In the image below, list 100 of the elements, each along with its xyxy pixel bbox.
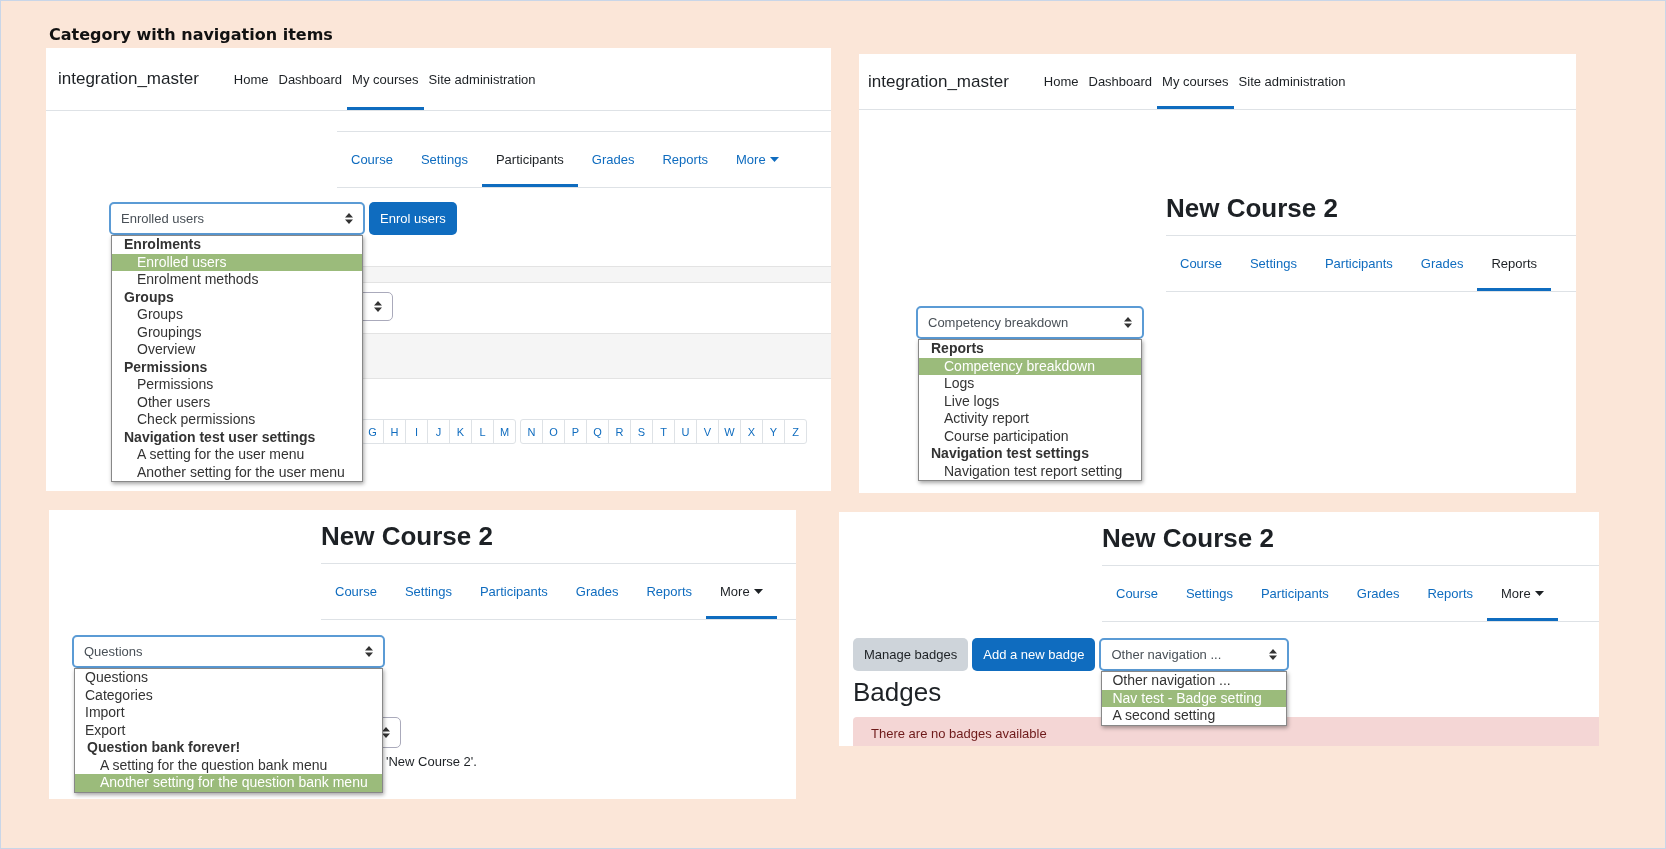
dropdown-option[interactable]: Live logs	[919, 392, 1141, 410]
section-heading: Badges	[853, 676, 942, 709]
course-tab[interactable]: Grades	[577, 132, 649, 187]
action-button[interactable]: Manage badges	[853, 638, 969, 671]
initial-letter-link[interactable]: S	[630, 420, 652, 443]
nav-link[interactable]: Home	[1038, 54, 1084, 109]
dropdown-option[interactable]: Course participation	[919, 427, 1141, 445]
dropdown-option[interactable]: Questions	[75, 669, 382, 687]
course-tab[interactable]: Course	[337, 132, 407, 187]
initial-letter-link[interactable]: N	[521, 420, 542, 443]
initial-letter-link[interactable]: Z	[784, 420, 806, 443]
caret-icon	[769, 157, 779, 162]
select-field[interactable]: Competency breakdown	[916, 306, 1144, 339]
initial-letter-link[interactable]: X	[740, 420, 762, 443]
course-tab[interactable]: Reports	[1413, 566, 1487, 621]
initial-letter-link[interactable]: I	[405, 420, 427, 443]
course-tab[interactable]: Participants	[1310, 236, 1407, 291]
initial-letter-link[interactable]: U	[674, 420, 696, 443]
select-field[interactable]: Enrolled users	[109, 202, 365, 235]
body-text: 'New Course 2'.	[386, 754, 478, 769]
dropdown-option[interactable]: Import	[75, 704, 382, 722]
dropdown-option[interactable]: Other users	[112, 393, 362, 411]
select-field[interactable]: Questions	[72, 635, 385, 668]
initial-letter-link[interactable]: V	[696, 420, 718, 443]
initial-letter-link[interactable]: M	[493, 420, 515, 443]
nav-link[interactable]: Site administration	[423, 48, 541, 110]
option-group-label: Navigation test user settings	[123, 428, 317, 446]
option-group-label: Groups	[123, 288, 175, 306]
caret-icon	[753, 589, 763, 594]
sort-icon	[374, 301, 382, 312]
nav-link[interactable]: Dashboard	[273, 48, 348, 110]
initial-letter-link[interactable]: W	[718, 420, 740, 443]
initial-letter-link[interactable]: Y	[762, 420, 784, 443]
course-tab[interactable]: Settings	[406, 132, 482, 187]
dropdown-option[interactable]: Enrolment methods	[112, 271, 362, 289]
nav-link[interactable]: My courses	[347, 48, 424, 110]
dropdown-option[interactable]: Categories	[75, 686, 382, 704]
action-button[interactable]: Add a new badge	[972, 638, 1096, 671]
course-tab[interactable]: Course	[1166, 236, 1236, 291]
course-tab[interactable]: Course	[321, 564, 391, 619]
course-tab[interactable]: Reports	[1477, 236, 1551, 291]
sort-icon	[365, 646, 373, 657]
dropdown-option[interactable]: Groups	[112, 306, 362, 324]
select-field[interactable]: Other navigation ...	[1099, 638, 1290, 671]
option-group-label: Reports	[930, 340, 985, 358]
course-tab[interactable]: More	[1487, 566, 1558, 621]
course-tab[interactable]: Reports	[632, 564, 706, 619]
option-group-label: Question bank forever!	[86, 739, 242, 757]
dropdown-option[interactable]: Permissions	[112, 376, 362, 394]
caret-icon	[1534, 591, 1544, 596]
initial-letter-link[interactable]: Q	[586, 420, 608, 443]
initial-letter-link[interactable]: L	[471, 420, 493, 443]
dropdown-option[interactable]: A setting for the user menu	[112, 446, 362, 464]
course-tab[interactable]: Participants	[1246, 566, 1343, 621]
course-tab[interactable]: More	[706, 564, 777, 619]
sort-icon	[1124, 317, 1132, 328]
dropdown-option[interactable]: Logs	[919, 375, 1141, 393]
initial-letter-link[interactable]: O	[542, 420, 564, 443]
course-tab[interactable]: Reports	[648, 132, 722, 187]
course-tab[interactable]: Grades	[1342, 566, 1414, 621]
nav-link[interactable]: Dashboard	[1083, 54, 1158, 109]
dropdown-option[interactable]: Another setting for the user menu	[112, 463, 362, 481]
initial-letter-link[interactable]: P	[564, 420, 586, 443]
sort-icon	[345, 213, 353, 224]
course-tab[interactable]: Grades	[561, 564, 633, 619]
dropdown-option[interactable]: Activity report	[919, 410, 1141, 428]
course-tab[interactable]: Settings	[1235, 236, 1311, 291]
dropdown-option[interactable]: A setting for the question bank menu	[75, 756, 382, 774]
site-name[interactable]: integration_master	[859, 54, 1009, 109]
course-tab[interactable]: Settings	[1171, 566, 1247, 621]
initial-letter-link[interactable]: G	[362, 420, 383, 443]
site-name[interactable]: integration_master	[46, 48, 199, 110]
initial-letter-link[interactable]: R	[608, 420, 630, 443]
option-group-label: Navigation test settings	[930, 445, 1090, 463]
dropdown-option[interactable]: Groupings	[112, 323, 362, 341]
dropdown-option[interactable]: Check permissions	[112, 411, 362, 429]
sort-icon	[1269, 649, 1278, 660]
course-heading: New Course 2	[1166, 192, 1339, 224]
course-tab[interactable]: Course	[1102, 566, 1172, 621]
nav-link[interactable]: Home	[228, 48, 274, 110]
option-group-label: Permissions	[123, 358, 209, 376]
nav-link[interactable]: My courses	[1157, 54, 1234, 109]
dropdown-option[interactable]: Overview	[112, 341, 362, 359]
dropdown-option[interactable]: Other navigation ...	[1102, 672, 1287, 690]
course-tab[interactable]: More	[722, 132, 793, 187]
dropdown-option[interactable]: Navigation test report setting	[919, 462, 1141, 480]
course-heading: New Course 2	[1102, 522, 1275, 554]
initial-letter-link[interactable]: K	[449, 420, 471, 443]
course-tab[interactable]: Participants	[481, 132, 578, 187]
action-button[interactable]: Enrol users	[369, 202, 457, 235]
initial-letter-link[interactable]: J	[427, 420, 449, 443]
course-tab[interactable]: Grades	[1406, 236, 1478, 291]
initial-letter-link[interactable]: T	[652, 420, 674, 443]
course-tab[interactable]: Settings	[390, 564, 466, 619]
course-tab[interactable]: Participants	[465, 564, 562, 619]
nav-link[interactable]: Site administration	[1233, 54, 1351, 109]
caption-title: Category with navigation items	[49, 25, 333, 44]
initial-letter-link[interactable]: H	[383, 420, 405, 443]
course-heading: New Course 2	[321, 520, 494, 552]
dropdown-option[interactable]: Export	[75, 721, 382, 739]
